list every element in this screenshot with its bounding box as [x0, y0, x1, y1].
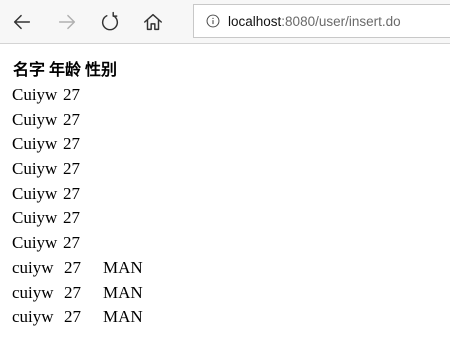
- user-rows: Cuiyw 27 Cuiyw 27 Cuiyw 27 Cuiyw 27 Cuiyw 27 …: [12, 83, 450, 330]
- table-row: cuiyw 27 MAN: [12, 256, 450, 281]
- refresh-button[interactable]: [92, 4, 128, 40]
- url-path: :8080/user/insert.do: [281, 13, 401, 29]
- cell-age: 27: [63, 159, 80, 179]
- header-age: 年龄: [49, 60, 82, 79]
- browser-toolbar: localhost:8080/user/insert.do: [0, 0, 450, 44]
- home-button[interactable]: [135, 4, 171, 40]
- back-arrow-icon: [13, 14, 31, 30]
- cell-gender: MAN: [103, 307, 143, 327]
- cell-age: 27: [64, 282, 81, 302]
- cell-age: 27: [63, 134, 80, 154]
- cell-name: Cuiyw: [12, 208, 58, 228]
- forward-arrow-icon: [58, 14, 76, 30]
- table-row: Cuiyw 27: [12, 108, 450, 133]
- cell-age: 27: [63, 85, 80, 104]
- header-name: 名字: [13, 60, 46, 79]
- cell-name: Cuiyw: [12, 109, 58, 129]
- table-row: Cuiyw 27: [12, 206, 450, 231]
- home-icon: [144, 13, 162, 31]
- cell-name: Cuiyw: [12, 233, 58, 253]
- forward-button[interactable]: [49, 4, 85, 40]
- page-content: 名字 年龄 性别 Cuiyw 27 Cuiyw 27 Cuiyw 27 Cuiyw 27…: [0, 44, 450, 330]
- cell-name: Cuiyw: [12, 159, 58, 179]
- refresh-icon: [101, 11, 119, 31]
- header-gender: 性别: [85, 60, 118, 79]
- cell-name: Cuiyw: [12, 183, 58, 203]
- cell-age: 27: [64, 257, 81, 277]
- table-row: cuiyw 27 MAN: [12, 305, 450, 330]
- table-row: Cuiyw 27: [12, 231, 450, 256]
- cell-age: 27: [63, 208, 80, 228]
- table-row: Cuiyw 27: [12, 157, 450, 182]
- url-text[interactable]: localhost:8080/user/insert.do: [228, 14, 401, 29]
- address-bar[interactable]: localhost:8080/user/insert.do: [193, 4, 450, 38]
- cell-name: cuiyw: [12, 282, 54, 302]
- cell-name: cuiyw: [12, 257, 54, 277]
- table-row: Cuiyw 27: [12, 182, 450, 207]
- user-table-header: 名字 年龄 性别: [10, 56, 120, 84]
- cell-age: 27: [63, 233, 80, 253]
- table-row: Cuiyw 27: [12, 83, 450, 108]
- cell-name: Cuiyw: [12, 85, 58, 104]
- cell-gender: MAN: [103, 282, 143, 302]
- cell-age: 27: [63, 109, 80, 129]
- url-host: localhost: [228, 13, 282, 29]
- cell-name: Cuiyw: [12, 134, 58, 154]
- table-row: Cuiyw 27: [12, 132, 450, 157]
- table-row: cuiyw 27 MAN: [12, 281, 450, 306]
- back-button[interactable]: [4, 4, 40, 40]
- cell-age: 27: [63, 183, 80, 203]
- cell-gender: MAN: [103, 257, 143, 277]
- cell-name: cuiyw: [12, 307, 54, 327]
- info-icon[interactable]: [206, 14, 220, 28]
- cell-age: 27: [64, 307, 81, 327]
